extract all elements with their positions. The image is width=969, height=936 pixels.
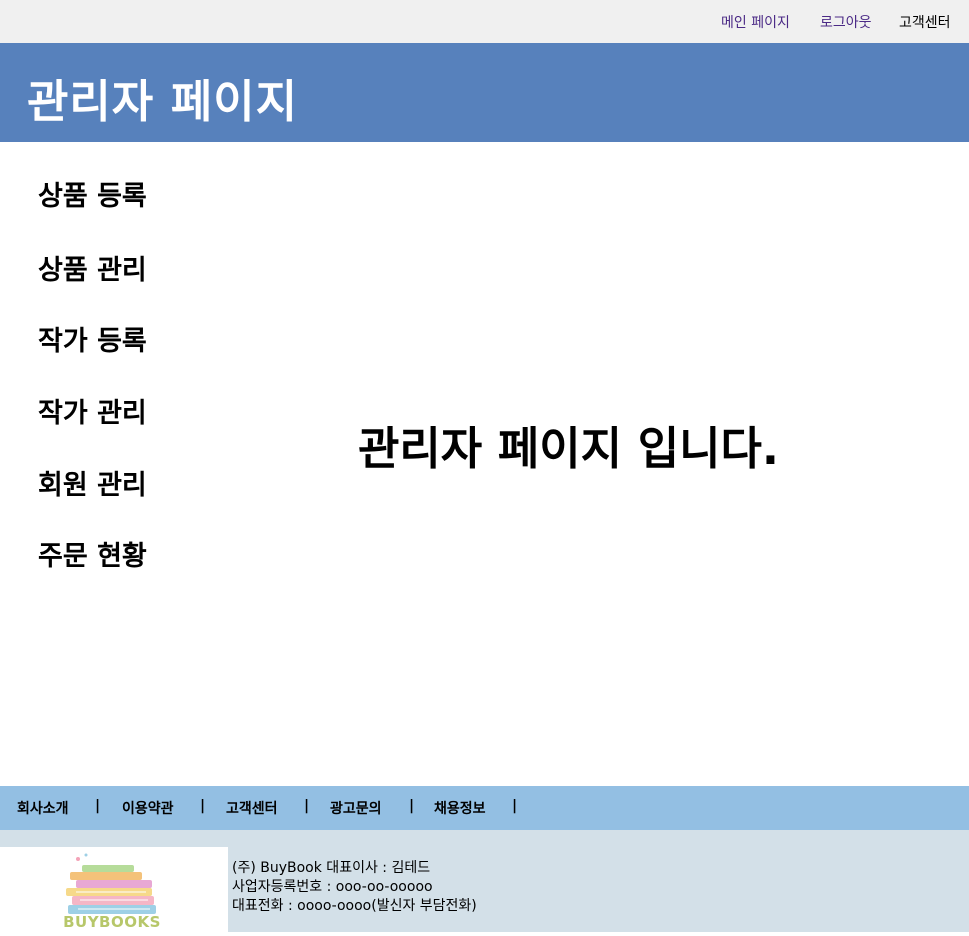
sidebar-item-product-register[interactable]: 상품 등록 bbox=[38, 174, 147, 213]
representative-phone: 대표전화 : oooo-oooo(발신자 부담전화) bbox=[232, 898, 477, 914]
sidebar-item-order-status[interactable]: 주문 현황 bbox=[38, 534, 147, 573]
footer-separator: | bbox=[512, 798, 518, 814]
page-header: 관리자 페이지 bbox=[0, 43, 969, 142]
footer-separator: | bbox=[200, 798, 206, 814]
svg-text:BUYBOOKS: BUYBOOKS bbox=[63, 913, 161, 931]
sidebar-item-member-manage[interactable]: 회원 관리 bbox=[38, 463, 147, 502]
books-stack-icon: BUYBOOKS bbox=[63, 853, 161, 931]
page-title: 관리자 페이지 bbox=[27, 75, 299, 128]
footer-link-company[interactable]: 회사소개 bbox=[17, 798, 69, 818]
footer-link-customer-center[interactable]: 고객센터 bbox=[226, 798, 278, 818]
footer-link-careers[interactable]: 채용정보 bbox=[434, 798, 486, 818]
top-utility-bar: 메인 페이지 로그아웃 고객센터 bbox=[0, 0, 969, 43]
sidebar-item-author-manage[interactable]: 작가 관리 bbox=[38, 391, 147, 430]
customer-center-link[interactable]: 고객센터 bbox=[899, 12, 951, 32]
footer-separator: | bbox=[409, 798, 415, 814]
footer-link-advertising[interactable]: 광고문의 bbox=[330, 798, 382, 818]
logout-link[interactable]: 로그아웃 bbox=[820, 12, 872, 32]
main-page-link[interactable]: 메인 페이지 bbox=[721, 12, 790, 32]
sidebar-item-author-register[interactable]: 작가 등록 bbox=[38, 319, 147, 358]
footer-separator: | bbox=[304, 798, 310, 814]
company-info: (주) BuyBook 대표이사 : 김테드 사업자등록번호 : ooo-oo-… bbox=[232, 859, 477, 916]
footer-link-terms[interactable]: 이용약관 bbox=[122, 798, 174, 818]
business-registration-number: 사업자등록번호 : ooo-oo-ooooo bbox=[232, 879, 433, 895]
footer-separator: | bbox=[95, 798, 101, 814]
welcome-message: 관리자 페이지 입니다. bbox=[358, 422, 780, 475]
company-name-ceo: (주) BuyBook 대표이사 : 김테드 bbox=[232, 860, 431, 876]
sidebar-item-product-manage[interactable]: 상품 관리 bbox=[38, 248, 147, 287]
buybooks-logo: BUYBOOKS bbox=[0, 847, 228, 932]
footer-links-bar: 회사소개 | 이용약관 | 고객센터 | 광고문의 | 채용정보 | bbox=[0, 786, 969, 830]
footer-info: BUYBOOKS (주) BuyBook 대표이사 : 김테드 사업자등록번호 … bbox=[0, 830, 969, 932]
